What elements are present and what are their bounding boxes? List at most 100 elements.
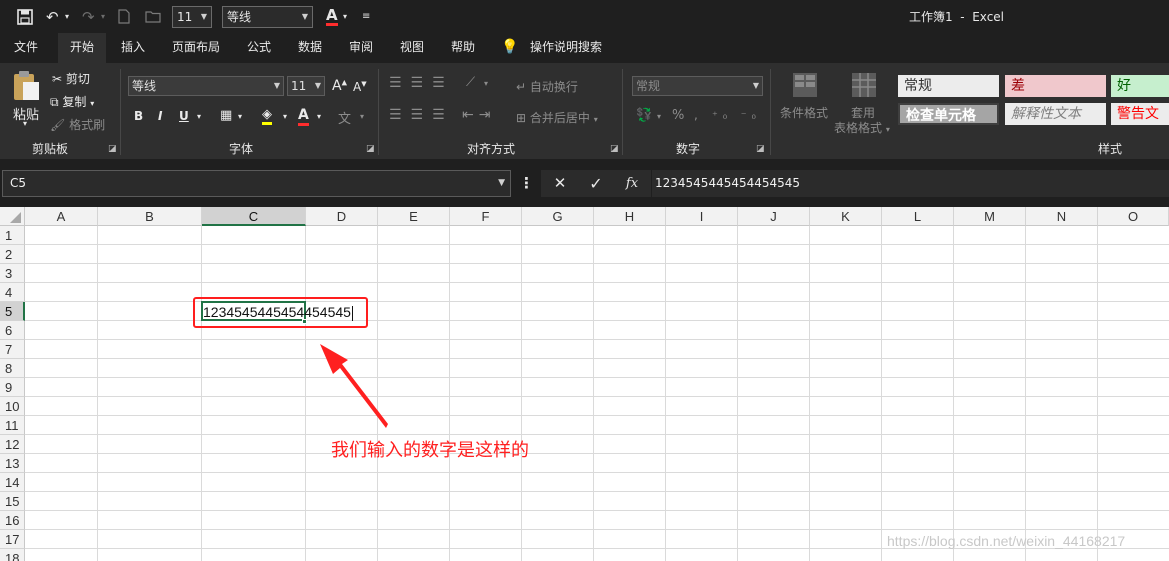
row-header-14[interactable]: 14 — [0, 473, 25, 492]
column-header-c[interactable]: C — [202, 207, 306, 226]
enter-icon[interactable]: ✓ — [584, 170, 608, 197]
cell-style-bad[interactable]: 差 — [1005, 75, 1106, 97]
tell-me-search[interactable]: 操作说明搜索 — [526, 33, 606, 63]
column-header-l[interactable]: L — [882, 207, 954, 226]
borders-dropdown-icon[interactable]: ▾ — [238, 112, 242, 121]
format-as-table-button[interactable]: 表格格式 ▾ — [834, 119, 890, 136]
clipboard-launcher-icon[interactable]: ◪ — [108, 144, 117, 154]
currency-icon[interactable]: 💱 — [636, 108, 652, 123]
column-header-e[interactable]: E — [378, 207, 450, 226]
cut-button[interactable]: ✂ 剪切 — [52, 70, 90, 87]
shrink-font-button[interactable]: A▼ — [353, 80, 367, 94]
conditional-format-icon[interactable] — [791, 71, 819, 102]
merge-center-button[interactable]: ⊞ 合并后居中 ▾ — [516, 109, 598, 126]
row-header-13[interactable]: 13 — [0, 454, 25, 473]
redo-dropdown-icon[interactable]: ▾ — [101, 0, 105, 33]
column-header-j[interactable]: J — [738, 207, 810, 226]
indent-icons[interactable]: ⇤⇥ — [462, 107, 495, 123]
percent-button[interactable]: % — [672, 108, 684, 123]
qat-font-color-button[interactable]: A — [326, 0, 338, 33]
copy-button[interactable]: ⧉ 复制 ▾ — [50, 93, 94, 110]
column-header-m[interactable]: M — [954, 207, 1026, 226]
cancel-icon[interactable]: ✕ — [548, 170, 572, 197]
column-header-b[interactable]: B — [98, 207, 202, 226]
select-all-corner[interactable] — [0, 207, 25, 226]
tab-insert[interactable]: 插入 — [111, 33, 155, 63]
number-launcher-icon[interactable]: ◪ — [756, 144, 765, 154]
vertical-align-icons[interactable]: ☰☰☰ — [389, 75, 454, 91]
formula-input[interactable]: 1234545445454454545 — [652, 170, 1169, 197]
paste-icon[interactable] — [11, 70, 41, 105]
new-file-icon[interactable] — [118, 0, 130, 33]
currency-dropdown-icon[interactable]: ▾ — [657, 112, 661, 121]
row-header-18[interactable]: 18 — [0, 549, 25, 561]
tab-home[interactable]: 开始 — [58, 33, 106, 63]
row-header-10[interactable]: 10 — [0, 397, 25, 416]
wrap-text-button[interactable]: ↵ 自动换行 — [516, 78, 578, 95]
row-header-11[interactable]: 11 — [0, 416, 25, 435]
font-name-select[interactable]: 等线 ▼ — [128, 76, 284, 96]
row-header-12[interactable]: 12 — [0, 435, 25, 454]
alignment-launcher-icon[interactable]: ◪ — [610, 144, 619, 154]
row-header-4[interactable]: 4 — [0, 283, 25, 302]
save-icon[interactable] — [17, 0, 33, 33]
undo-icon[interactable]: ↶ — [46, 0, 59, 33]
horizontal-align-icons[interactable]: ☰☰☰ — [389, 107, 454, 123]
row-header-7[interactable]: 7 — [0, 340, 25, 359]
open-folder-icon[interactable] — [145, 0, 161, 33]
decimal-icons[interactable]: ⁺₀ ⁻₀ — [712, 109, 761, 122]
underline-dropdown-icon[interactable]: ▾ — [197, 112, 201, 121]
column-header-i[interactable]: I — [666, 207, 738, 226]
column-header-o[interactable]: O — [1098, 207, 1169, 226]
row-header-6[interactable]: 6 — [0, 321, 25, 340]
tab-help[interactable]: 帮助 — [442, 33, 484, 63]
undo-dropdown-icon[interactable]: ▾ — [65, 0, 69, 33]
row-header-3[interactable]: 3 — [0, 264, 25, 283]
row-header-17[interactable]: 17 — [0, 530, 25, 549]
cell-style-check[interactable]: 检查单元格 — [898, 103, 999, 125]
cell-style-explanatory[interactable]: 解释性文本 — [1005, 103, 1106, 125]
row-header-1[interactable]: 1 — [0, 226, 25, 245]
tab-view[interactable]: 视图 — [391, 33, 433, 63]
paste-dropdown-icon[interactable]: ▾ — [23, 119, 27, 128]
borders-icon[interactable]: ▦ — [220, 108, 232, 123]
worksheet-grid[interactable]: A B C D E F G H I J K L M N O 1 2 3 4 5 … — [0, 207, 1169, 561]
redo-icon[interactable]: ↷ — [82, 0, 95, 33]
underline-button[interactable]: U — [179, 109, 189, 123]
tab-file[interactable]: 文件 — [0, 33, 52, 63]
row-header-9[interactable]: 9 — [0, 378, 25, 397]
column-header-a[interactable]: A — [25, 207, 98, 226]
conditional-format-button[interactable]: 条件格式 — [780, 104, 828, 121]
format-painter-button[interactable]: 🖌 格式刷 — [50, 116, 105, 133]
font-color-button[interactable]: A — [298, 107, 309, 126]
name-box[interactable]: C5 ▼ — [2, 170, 511, 197]
tab-page-layout[interactable]: 页面布局 — [164, 33, 228, 63]
fill-color-dropdown-icon[interactable]: ▾ — [283, 112, 287, 121]
insert-function-icon[interactable]: fx — [620, 170, 644, 197]
comma-style-icon[interactable]: , — [694, 108, 698, 122]
tab-review[interactable]: 审阅 — [340, 33, 382, 63]
row-header-8[interactable]: 8 — [0, 359, 25, 378]
column-header-f[interactable]: F — [450, 207, 522, 226]
column-header-g[interactable]: G — [522, 207, 594, 226]
orientation-icon[interactable]: ⟋ — [466, 75, 475, 90]
font-size-select[interactable]: 11 ▼ — [287, 76, 325, 96]
row-header-5[interactable]: 5 — [0, 302, 25, 321]
column-header-n[interactable]: N — [1026, 207, 1098, 226]
customize-qat-icon[interactable]: ≡ — [362, 0, 370, 33]
grow-font-button[interactable]: A▲ — [332, 78, 347, 94]
number-format-select[interactable]: 常规 ▼ — [632, 76, 763, 96]
font-color-dropdown-icon[interactable]: ▾ — [343, 0, 347, 33]
italic-button[interactable]: I — [158, 109, 162, 123]
cell-style-good[interactable]: 好 — [1111, 75, 1169, 97]
qat-font-name-select[interactable]: 等线 ▼ — [222, 6, 313, 28]
column-header-d[interactable]: D — [306, 207, 378, 226]
cell-style-normal[interactable]: 常规 — [898, 75, 999, 97]
fill-color-icon[interactable]: ◈ — [262, 107, 272, 125]
cell-style-warning[interactable]: 警告文本 — [1111, 103, 1169, 125]
phonetic-icon[interactable]: 文 — [338, 108, 351, 127]
row-header-15[interactable]: 15 — [0, 492, 25, 511]
column-header-h[interactable]: H — [594, 207, 666, 226]
column-header-k[interactable]: K — [810, 207, 882, 226]
font-launcher-icon[interactable]: ◪ — [366, 144, 375, 154]
